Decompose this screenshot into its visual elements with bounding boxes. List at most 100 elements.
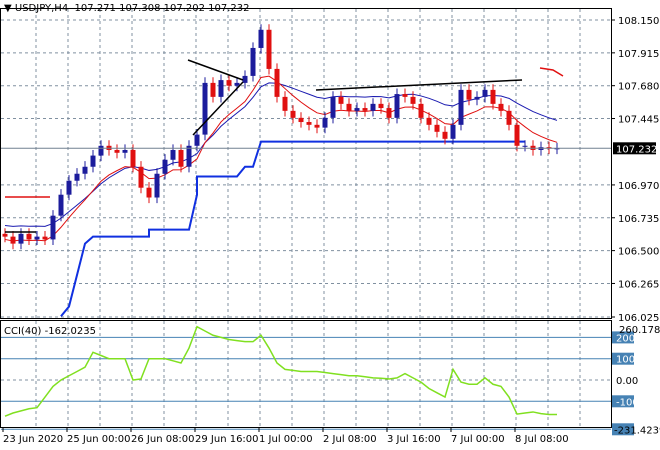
candle-body <box>306 122 312 125</box>
candle-body <box>298 117 304 123</box>
candle-body <box>266 29 272 69</box>
cci-level-label: 100 <box>616 355 635 366</box>
chart-title: ▼ USDJPY,H4 107.271 107.308 107.202 107.… <box>4 3 250 14</box>
candle-body <box>418 103 424 118</box>
candle-body <box>74 173 80 181</box>
price-tick-label: 107.445 <box>618 115 659 126</box>
price-tick-label: 106.025 <box>618 313 659 324</box>
candle-body <box>42 236 48 240</box>
ohlc-values: 107.271 107.308 107.202 107.232 <box>74 3 250 14</box>
candle-body <box>178 149 184 167</box>
current-price-label: 107.232 <box>616 144 657 155</box>
candle-body <box>442 131 448 139</box>
candle-body <box>90 155 96 167</box>
candle-body <box>10 236 16 244</box>
candle-body <box>458 89 464 125</box>
candle-body <box>170 149 176 160</box>
price-tick-label: 107.915 <box>618 49 659 60</box>
candle-body <box>450 124 456 139</box>
candle-body <box>82 166 88 174</box>
candle-body <box>498 103 504 111</box>
time-label: 7 Jul 00:00 <box>451 434 505 445</box>
candle-body <box>490 89 496 104</box>
time-label: 25 Jun 00:00 <box>67 434 131 445</box>
symbol-label: USDJPY,H4 <box>14 3 69 14</box>
support-step-line <box>60 140 525 317</box>
price-tick-label: 106.970 <box>618 181 659 192</box>
candle-body <box>290 110 296 118</box>
candle-body <box>154 173 160 198</box>
candle-body <box>410 96 416 104</box>
price-tick-label: 106.735 <box>618 214 659 225</box>
candle-body <box>242 75 248 83</box>
candle-body <box>354 108 360 111</box>
time-label: 8 Jul 08:00 <box>515 434 569 445</box>
candle-body <box>66 180 72 195</box>
candle-body <box>138 166 144 188</box>
level-line <box>539 67 564 77</box>
candle-body <box>466 89 472 100</box>
price-tick-label: 108.150 <box>618 16 659 27</box>
candle-body <box>26 233 32 240</box>
candle-body <box>98 145 104 156</box>
candle-body <box>194 134 200 146</box>
candle-body <box>314 124 320 128</box>
price-tick-label: 106.265 <box>618 279 659 290</box>
candle-body <box>18 233 24 244</box>
cci-line <box>4 325 557 417</box>
candle-body <box>338 96 344 104</box>
candle-body <box>394 94 400 118</box>
candle-body <box>130 149 136 167</box>
time-label: 1 Jul 00:00 <box>259 434 313 445</box>
trend-line <box>315 79 523 91</box>
time-label: 26 Jun 08:00 <box>131 434 195 445</box>
candle-body <box>162 159 168 174</box>
candle-body <box>122 149 128 153</box>
time-label: 23 Jun 2020 <box>3 434 63 445</box>
candle-body <box>386 108 392 118</box>
dropdown-triangle-icon[interactable]: ▼ <box>4 3 12 14</box>
trend-line <box>192 81 244 136</box>
candle-body <box>234 82 240 86</box>
time-label: 3 Jul 16:00 <box>387 434 441 445</box>
cci-min-label: -231.4239 <box>614 425 660 436</box>
candle-body <box>434 124 440 132</box>
candle-body <box>218 80 224 97</box>
candle-body <box>378 103 384 109</box>
candle-body <box>402 94 408 97</box>
candle-body <box>506 110 512 125</box>
candle-body <box>370 103 376 111</box>
cci-max-label: 260.1783 <box>619 325 660 336</box>
candle-body <box>250 47 256 76</box>
price-chart[interactable]: 108.150 107.915 107.680 107.445 106.970 106.7… <box>0 0 660 450</box>
price-tick-label: 106.500 <box>618 247 659 258</box>
candle-body <box>426 117 432 125</box>
candle-body <box>474 96 480 100</box>
candle-body <box>258 29 264 48</box>
candle-body <box>330 96 336 118</box>
cci-label: CCI(40) -162.0235 <box>4 326 96 337</box>
chart-window[interactable]: 108.150 107.915 107.680 107.445 106.970 106.7… <box>0 0 660 450</box>
candle-body <box>210 82 216 97</box>
time-label: 29 Jun 16:00 <box>195 434 259 445</box>
candle-body <box>362 108 368 111</box>
candle-body <box>2 233 8 237</box>
candle-body <box>114 149 120 153</box>
cci-level-label: 0.00 <box>616 376 638 387</box>
candle-body <box>322 117 328 128</box>
candle-body <box>226 80 232 86</box>
ma-fast-line <box>4 75 558 242</box>
candle-body <box>146 187 152 198</box>
candle-body <box>34 236 40 240</box>
cci-level-label: -100 <box>616 397 639 408</box>
candle-body <box>522 145 528 147</box>
price-tick-label: 107.680 <box>618 82 659 93</box>
candle-body <box>482 89 488 97</box>
candle-body <box>58 194 64 216</box>
candle-body <box>346 103 352 111</box>
ma-slow-line <box>4 82 558 227</box>
time-label: 2 Jul 08:00 <box>323 434 377 445</box>
candle-body <box>186 145 192 167</box>
candle-body <box>282 96 288 111</box>
candle-body <box>514 124 520 146</box>
